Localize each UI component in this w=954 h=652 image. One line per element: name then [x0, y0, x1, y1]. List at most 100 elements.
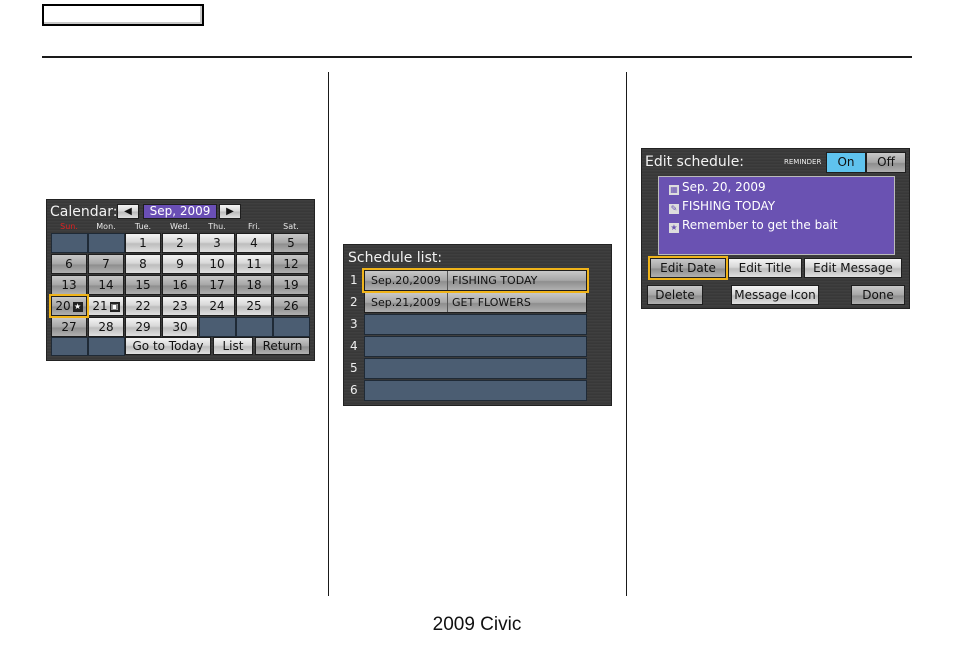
- row-number: 6: [350, 383, 358, 397]
- day-number: 9: [176, 257, 184, 271]
- day-number: 18: [246, 278, 262, 292]
- prev-month-button[interactable]: ◀: [117, 204, 139, 219]
- day-cell-8[interactable]: 8: [125, 254, 161, 274]
- schedule-details-panel: ▦ Sep. 20, 2009 ✎ FISHING TODAY ★ Remember …: [658, 176, 895, 255]
- day-cell-23[interactable]: 23: [162, 296, 198, 316]
- day-number: 28: [98, 320, 114, 334]
- day-cell-2[interactable]: 2: [162, 233, 198, 253]
- detail-message: Remember to get the bait: [682, 218, 838, 232]
- detail-date: Sep. 20, 2009: [682, 180, 766, 194]
- schedule-title: GET FLOWERS: [452, 296, 531, 309]
- schedule-row[interactable]: Sep.21,2009 GET FLOWERS: [364, 292, 587, 313]
- day-number: 27: [61, 320, 77, 334]
- weekday-label: Tue.: [134, 222, 152, 231]
- day-cell-3[interactable]: 3: [199, 233, 235, 253]
- edit-message-button[interactable]: Edit Message: [804, 258, 902, 278]
- right-arrow-icon: ▶: [226, 206, 234, 217]
- footer-model: 2009 Civic: [432, 614, 522, 635]
- day-cell-20[interactable]: 20 ★: [49, 294, 89, 318]
- day-cell-7[interactable]: 7: [88, 254, 124, 274]
- done-button[interactable]: Done: [851, 285, 905, 305]
- weekday-label: Fri.: [247, 222, 261, 231]
- empty-schedule-row: [364, 314, 587, 335]
- day-number: 1: [139, 236, 147, 250]
- day-number: 11: [246, 257, 262, 271]
- day-number: 29: [135, 320, 151, 334]
- day-cell-26[interactable]: 26: [273, 296, 309, 316]
- day-cell-4[interactable]: 4: [236, 233, 272, 253]
- row-number: 1: [350, 273, 358, 287]
- day-number: 30: [172, 320, 188, 334]
- schedule-title: FISHING TODAY: [452, 274, 538, 287]
- row-number: 4: [350, 339, 358, 353]
- empty-day-cell: [51, 233, 88, 253]
- day-cell-11[interactable]: 11: [236, 254, 272, 274]
- day-number: 16: [172, 278, 188, 292]
- day-cell-28[interactable]: 28: [88, 317, 124, 337]
- day-cell-18[interactable]: 18: [236, 275, 272, 295]
- schedule-date: Sep.20,2009: [365, 271, 448, 290]
- schedule-list-screen: Schedule list: 1 Sep.20,2009 FISHING TODAY…: [343, 244, 612, 406]
- day-cell-29[interactable]: 29: [125, 317, 161, 337]
- day-cell-25[interactable]: 25: [236, 296, 272, 316]
- list-button[interactable]: List: [213, 337, 253, 355]
- day-cell-15[interactable]: 15: [125, 275, 161, 295]
- star-icon: ★: [72, 301, 83, 312]
- day-cell-14[interactable]: 14: [88, 275, 124, 295]
- reminder-label: REMINDER: [784, 158, 822, 166]
- weekday-label: Thu.: [208, 222, 226, 231]
- reminder-on-button[interactable]: On: [826, 152, 866, 173]
- return-button[interactable]: Return: [255, 337, 310, 355]
- day-cell-30[interactable]: 30: [162, 317, 198, 337]
- column-divider-2: [626, 72, 627, 596]
- empty-cell: [51, 337, 88, 356]
- day-number: 22: [135, 299, 151, 313]
- empty-day-cell: [88, 233, 125, 253]
- day-number: 24: [209, 299, 225, 313]
- empty-cell: [88, 337, 125, 356]
- day-cell-27[interactable]: 27: [51, 317, 87, 337]
- edit-schedule-screen: Edit schedule: REMINDER On Off ▦ Sep. 20,…: [641, 148, 910, 309]
- day-cell-1[interactable]: 1: [125, 233, 161, 253]
- day-cell-16[interactable]: 16: [162, 275, 198, 295]
- row-number: 5: [350, 361, 358, 375]
- day-cell-22[interactable]: 22: [125, 296, 161, 316]
- day-number: 5: [287, 236, 295, 250]
- day-cell-5[interactable]: 5: [273, 233, 309, 253]
- day-cell-19[interactable]: 19: [273, 275, 309, 295]
- day-cell-21[interactable]: 21 ▣: [88, 296, 124, 316]
- message-icon-button[interactable]: Message Icon: [731, 285, 819, 305]
- day-cell-10[interactable]: 10: [199, 254, 235, 274]
- next-month-button[interactable]: ▶: [219, 204, 241, 219]
- edit-schedule-title: Edit schedule:: [645, 154, 745, 170]
- empty-day-cell: [236, 317, 273, 337]
- edit-date-button[interactable]: Edit Date: [648, 256, 728, 280]
- day-number: 12: [283, 257, 299, 271]
- day-number: 7: [102, 257, 110, 271]
- day-cell-9[interactable]: 9: [162, 254, 198, 274]
- weekday-label: Sat.: [283, 222, 299, 231]
- calendar-title: Calendar:: [50, 204, 118, 220]
- go-to-today-button[interactable]: Go to Today: [125, 337, 211, 355]
- day-cell-24[interactable]: 24: [199, 296, 235, 316]
- empty-schedule-row: [364, 358, 587, 379]
- star-icon: ★: [669, 223, 679, 233]
- schedule-row[interactable]: Sep.20,2009 FISHING TODAY: [362, 268, 589, 293]
- delete-button[interactable]: Delete: [647, 285, 703, 305]
- reminder-off-button[interactable]: Off: [866, 152, 906, 173]
- day-number: 14: [98, 278, 114, 292]
- day-number: 25: [246, 299, 262, 313]
- day-number: 2: [176, 236, 184, 250]
- day-cell-17[interactable]: 17: [199, 275, 235, 295]
- day-cell-13[interactable]: 13: [51, 275, 87, 295]
- header-rule: [42, 56, 912, 58]
- row-number: 2: [350, 295, 358, 309]
- day-number: 23: [172, 299, 188, 313]
- day-cell-6[interactable]: 6: [51, 254, 87, 274]
- day-number: 10: [209, 257, 225, 271]
- day-cell-12[interactable]: 12: [273, 254, 309, 274]
- day-number: 6: [65, 257, 73, 271]
- edit-title-button[interactable]: Edit Title: [728, 258, 802, 278]
- weekday-label: Wed.: [170, 222, 190, 231]
- detail-date-line: ▦ Sep. 20, 2009: [669, 180, 766, 195]
